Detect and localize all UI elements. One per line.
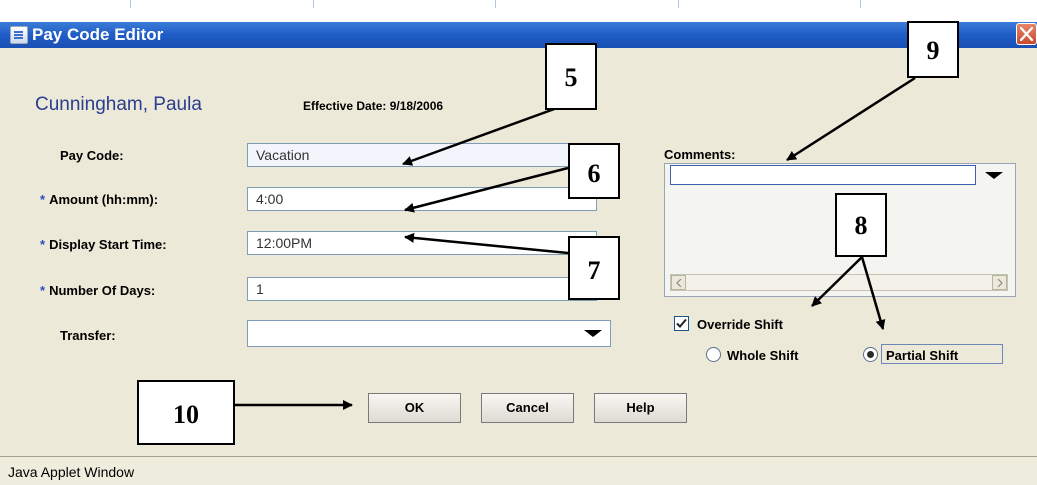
callout-6: 6 bbox=[568, 143, 620, 199]
callout-9: 9 bbox=[907, 21, 959, 78]
callout-8: 8 bbox=[835, 193, 887, 257]
arrow-8a bbox=[811, 256, 863, 307]
callout-5: 5 bbox=[545, 43, 597, 110]
status-bar: Java Applet Window bbox=[0, 456, 1037, 485]
arrow-9 bbox=[786, 76, 916, 162]
arrow-6 bbox=[404, 166, 569, 213]
arrow-7 bbox=[404, 232, 569, 255]
arrow-8b bbox=[860, 256, 886, 330]
callout-10: 10 bbox=[137, 380, 235, 445]
arrow-5 bbox=[402, 102, 569, 166]
callout-7: 7 bbox=[568, 236, 620, 300]
status-text: Java Applet Window bbox=[8, 464, 135, 480]
